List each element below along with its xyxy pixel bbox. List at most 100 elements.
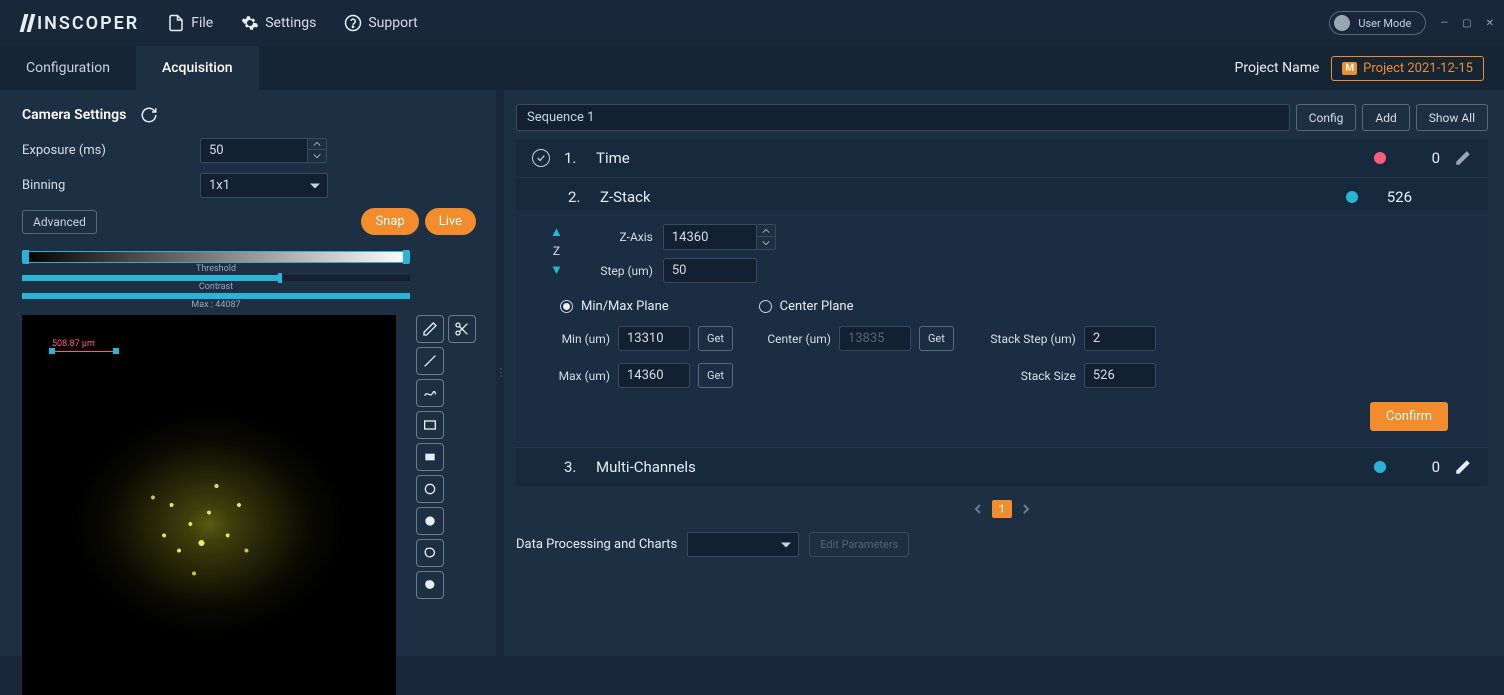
line-tool[interactable] [416, 347, 444, 375]
project-tag: M [1342, 62, 1357, 75]
logo: INSCOPER [22, 13, 139, 34]
camera-panel: Camera Settings Exposure (ms) Binning 1x… [0, 90, 496, 656]
close-icon[interactable]: ✕ [1486, 18, 1494, 29]
step3-num: 3. [564, 458, 582, 476]
step3-edit-icon[interactable] [1454, 458, 1472, 476]
scissors-tool[interactable] [448, 315, 476, 343]
tab-configuration[interactable]: Configuration [0, 46, 136, 90]
confirm-button[interactable]: Confirm [1370, 402, 1448, 431]
blob-outline-tool[interactable] [416, 539, 444, 567]
titlebar: INSCOPER File Settings Support User Mode… [0, 0, 1504, 46]
step3-dot [1374, 461, 1386, 473]
step-zstack-header: 2. Z-Stack 526 [516, 178, 1488, 210]
center-get-button[interactable]: Get [919, 326, 954, 351]
z-label: Z [553, 244, 560, 258]
camera-settings-title: Camera Settings [22, 107, 126, 123]
contrast-slider[interactable] [22, 275, 410, 281]
usermode-toggle[interactable]: User Mode [1329, 11, 1426, 35]
pager-next-icon[interactable] [1020, 503, 1032, 515]
binning-select[interactable]: 1x1 [200, 173, 328, 198]
z-up-icon[interactable]: ▲ [550, 224, 563, 240]
minmax-label: Min/Max Plane [581, 299, 669, 314]
threshold-label: Threshold [22, 264, 410, 274]
toggle-knob [1334, 15, 1350, 31]
pencil-tool[interactable] [416, 315, 444, 343]
step1-edit-icon[interactable] [1454, 149, 1472, 167]
help-icon [344, 14, 362, 32]
max-bar [22, 293, 410, 299]
tab-acquisition[interactable]: Acquisition [136, 46, 259, 90]
center-um-label: Center (um) [763, 332, 831, 346]
max-get-button[interactable]: Get [698, 363, 733, 388]
z-down-icon[interactable]: ▼ [550, 262, 563, 278]
step-multichannels-row[interactable]: 3. Multi-Channels 0 [516, 447, 1488, 486]
pager-page[interactable]: 1 [992, 500, 1013, 518]
circle-outline-tool[interactable] [416, 475, 444, 503]
project-field[interactable]: M Project 2021-12-15 [1331, 56, 1484, 81]
zaxis-input[interactable] [663, 224, 757, 250]
center-um-input [839, 326, 911, 351]
stackstep-label: Stack Step (um) [984, 332, 1076, 346]
snap-button[interactable]: Snap [361, 208, 418, 235]
max-label: Max : 44087 [22, 300, 410, 310]
step2-name: Z-Stack [600, 188, 1332, 206]
tabs-row: Configuration Acquisition Project Name M… [0, 46, 1504, 90]
microscope-preview[interactable]: 508.87 µm [22, 315, 396, 695]
maximize-icon[interactable]: ▢ [1462, 18, 1471, 29]
circle-fill-tool[interactable] [416, 507, 444, 535]
stacksize-input[interactable] [1084, 363, 1156, 388]
zaxis-up[interactable] [757, 225, 775, 237]
exposure-down[interactable] [308, 150, 326, 161]
pager-prev-icon[interactable] [972, 503, 984, 515]
panel-divider[interactable]: ⋮ [496, 90, 504, 656]
sequence-name-input[interactable] [516, 104, 1290, 131]
binning-label: Binning [22, 178, 200, 193]
step-label: Step (um) [591, 264, 653, 278]
zstack-body: ▲ Z ▼ Z-Axis [516, 210, 1488, 447]
add-button[interactable]: Add [1362, 104, 1409, 131]
showall-button[interactable]: Show All [1416, 104, 1488, 131]
min-label: Min (um) [554, 332, 610, 346]
step1-dot [1374, 152, 1386, 164]
gear-icon [241, 14, 259, 32]
support-menu[interactable]: Support [344, 14, 417, 32]
max-input[interactable] [618, 363, 690, 388]
rect-fill-tool[interactable] [416, 443, 444, 471]
scale-value: 508.87 µm [52, 339, 95, 349]
stackstep-input[interactable] [1084, 326, 1156, 351]
config-button[interactable]: Config [1296, 104, 1357, 131]
file-label: File [191, 15, 213, 31]
blob-fill-tool[interactable] [416, 571, 444, 599]
live-button[interactable]: Live [425, 208, 476, 235]
min-get-button[interactable]: Get [698, 326, 733, 351]
center-label: Center Plane [780, 299, 854, 314]
zaxis-down[interactable] [757, 237, 775, 249]
freehand-tool[interactable] [416, 379, 444, 407]
min-input[interactable] [618, 326, 690, 351]
dp-select[interactable] [687, 532, 799, 557]
step3-count: 0 [1400, 458, 1440, 476]
settings-menu[interactable]: Settings [241, 14, 316, 32]
minmax-radio[interactable]: Min/Max Plane [560, 299, 669, 314]
advanced-button[interactable]: Advanced [22, 210, 97, 234]
file-menu[interactable]: File [167, 14, 213, 32]
step-time-row[interactable]: 1. Time 0 [516, 139, 1488, 178]
project-value: Project 2021-12-15 [1363, 61, 1473, 76]
step3-name: Multi-Channels [596, 458, 1360, 476]
refresh-icon[interactable] [140, 106, 158, 124]
step-time-check[interactable] [532, 149, 550, 167]
center-radio[interactable]: Center Plane [759, 299, 854, 314]
step-input[interactable] [663, 258, 757, 283]
logo-text: INSCOPER [37, 13, 139, 34]
scale-overlay: 508.87 µm [52, 339, 116, 352]
exposure-up[interactable] [308, 139, 326, 150]
settings-label: Settings [265, 15, 316, 31]
sequence-panel: Config Add Show All 1. Time 0 2. Z-Stack… [504, 90, 1504, 656]
edit-parameters-button[interactable]: Edit Parameters [809, 532, 909, 557]
project-label: Project Name [1235, 60, 1320, 76]
threshold-slider[interactable] [22, 251, 410, 263]
rect-outline-tool[interactable] [416, 411, 444, 439]
step2-dot [1346, 191, 1358, 203]
minimize-icon[interactable]: — [1440, 18, 1448, 29]
exposure-input[interactable] [200, 138, 308, 163]
